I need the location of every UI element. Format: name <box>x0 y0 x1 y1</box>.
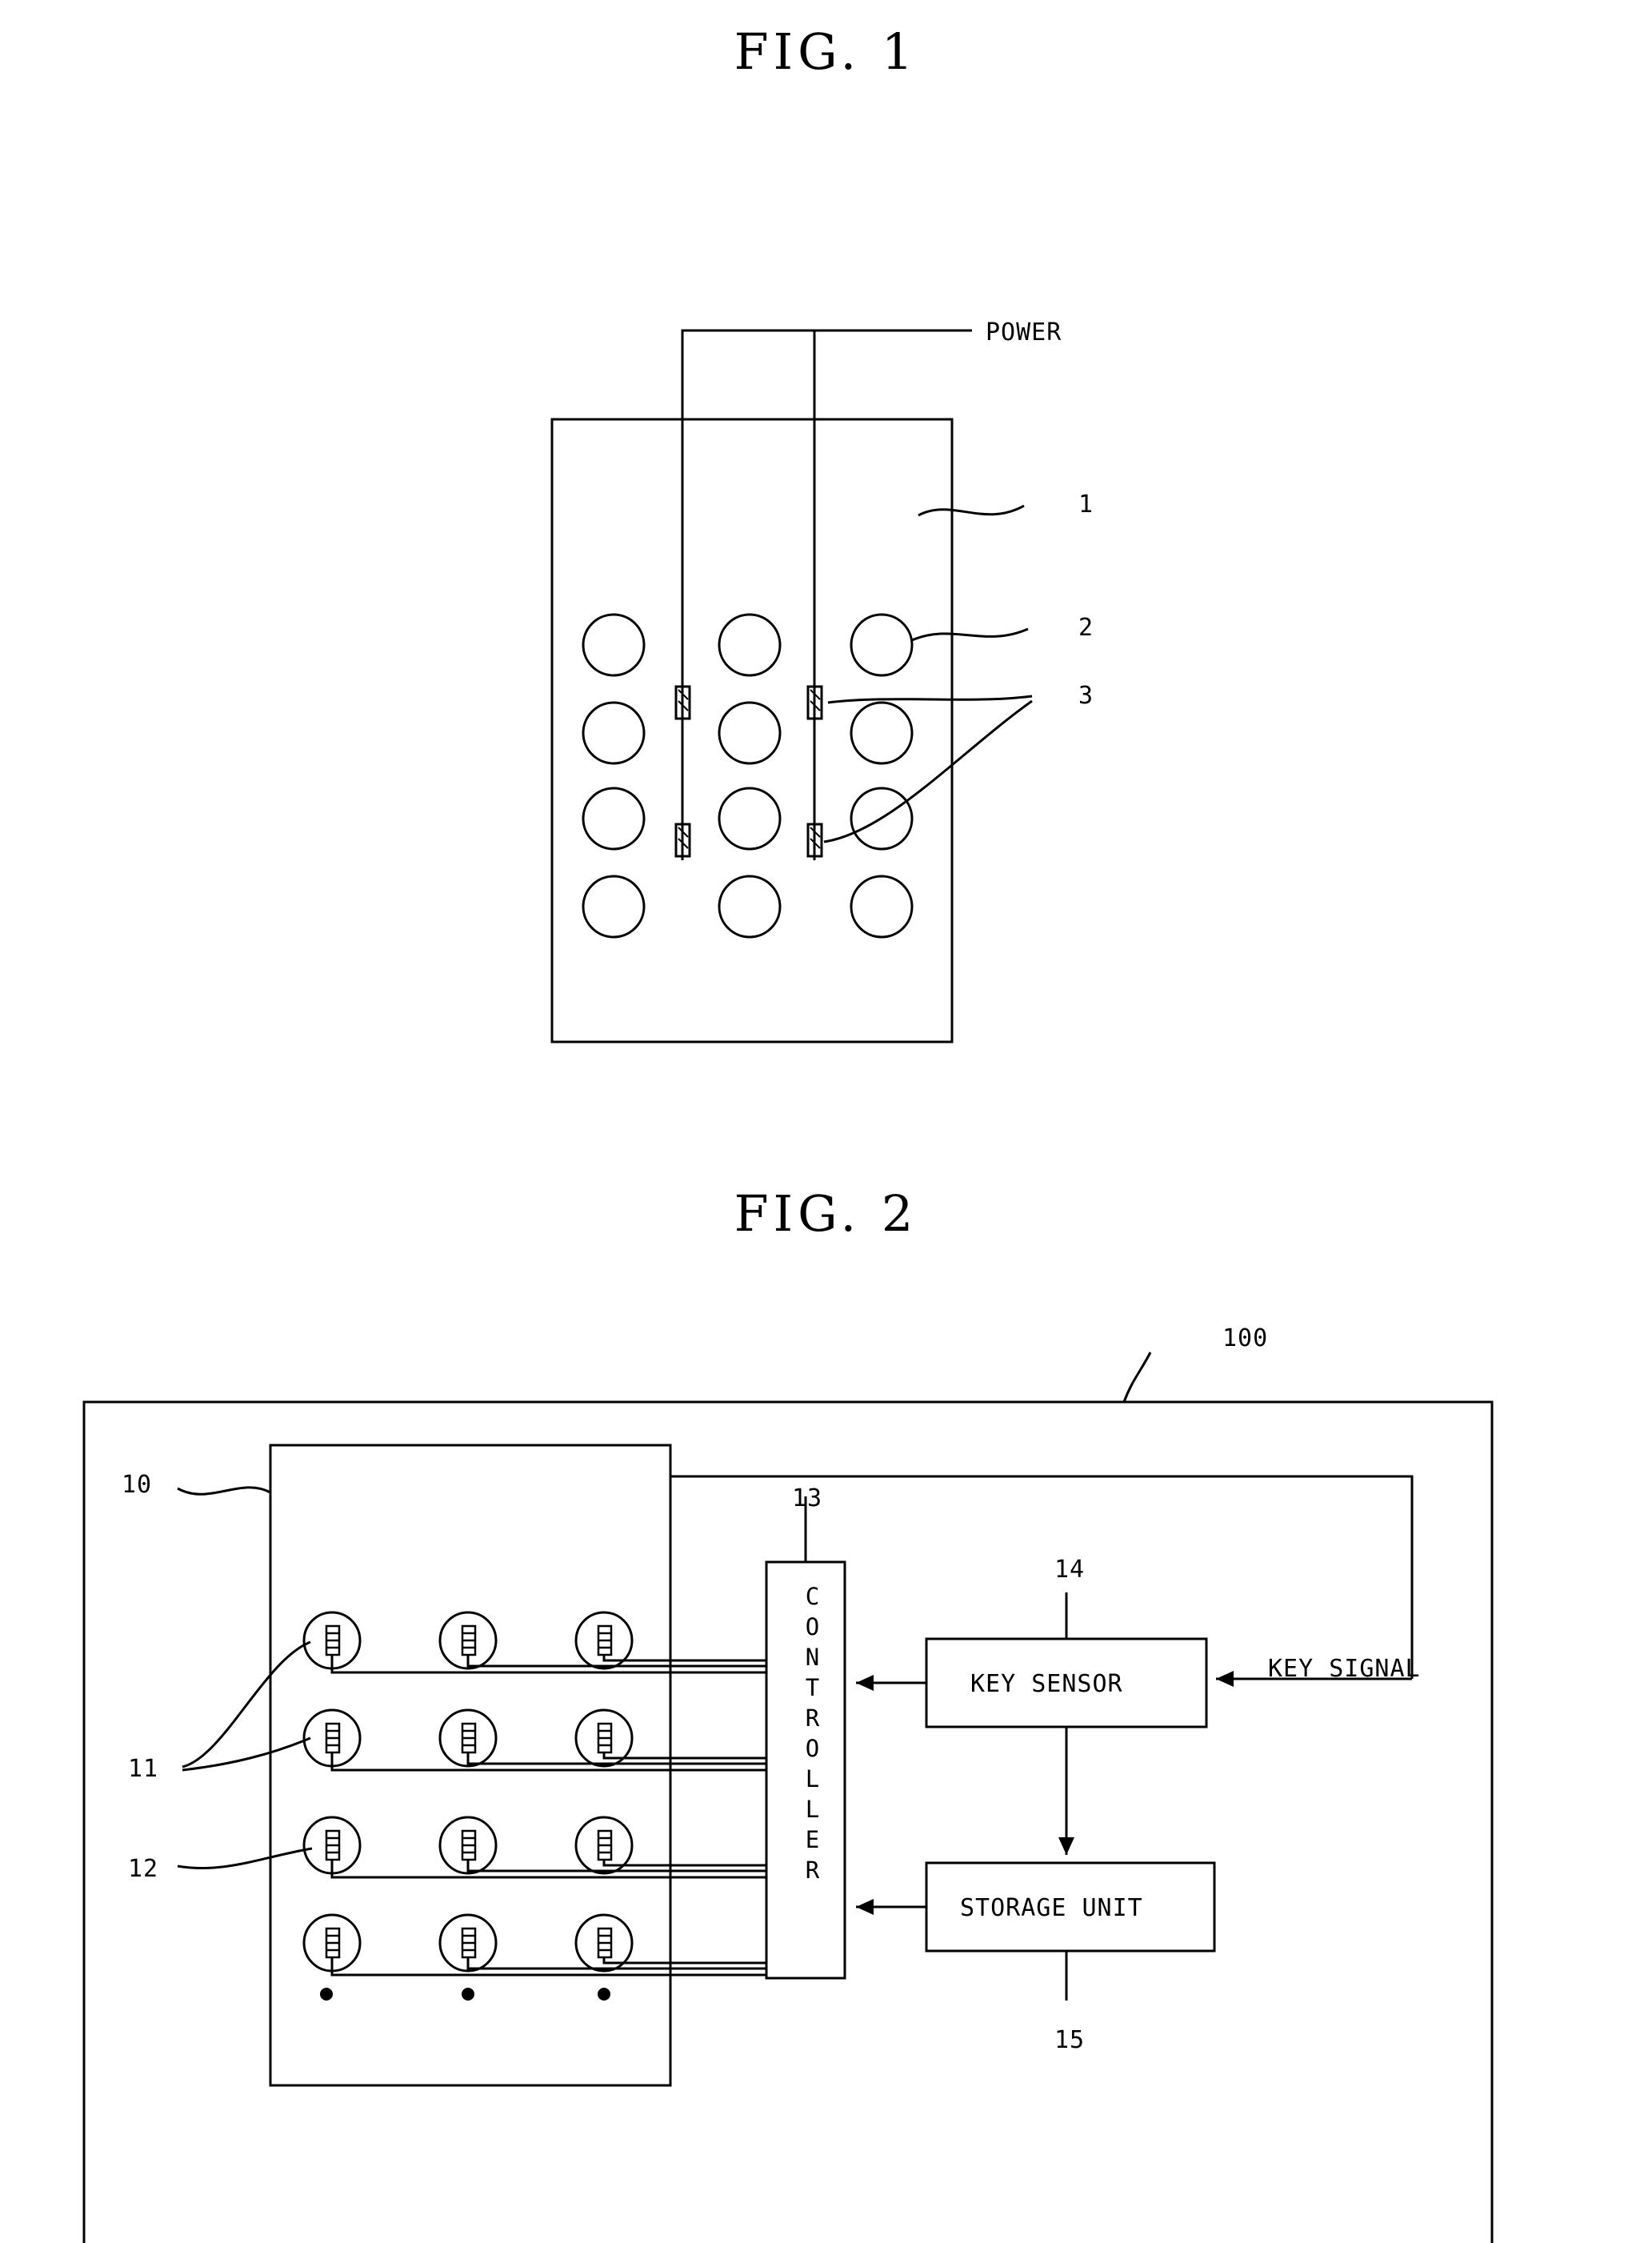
arrowhead <box>856 1675 874 1691</box>
lamp <box>582 613 646 677</box>
leader-ref-12 <box>177 1847 313 1869</box>
figure-2-title: FIG. 2 <box>734 1184 918 1243</box>
ref-label-13: 13 <box>792 1484 823 1512</box>
ellipsis-dot <box>320 1988 333 2001</box>
ellipsis-dot <box>462 1988 474 2001</box>
leader-ref-11-a <box>182 1640 311 1768</box>
figure-1-drawing <box>550 329 1033 1043</box>
panel-outline <box>550 418 954 1043</box>
arrowhead <box>1058 1837 1074 1855</box>
leader-ref-3-b <box>823 699 1033 843</box>
lamp <box>850 613 914 677</box>
matrix-wire <box>330 1655 766 1674</box>
matrix-wire <box>330 1752 766 1772</box>
lamp <box>718 787 782 851</box>
leader-ref-2 <box>911 627 1029 642</box>
ref-label-100: 100 <box>1222 1324 1269 1352</box>
ref-label-10: 10 <box>122 1471 153 1499</box>
lamp <box>718 875 782 939</box>
ref-label-1: 1 <box>1078 491 1094 519</box>
figure-2-drawing <box>82 1352 1494 2243</box>
ref-label-3: 3 <box>1078 682 1094 710</box>
lamp <box>718 701 782 765</box>
ref-label-14: 14 <box>1054 1556 1086 1584</box>
key-signal-label: KEY SIGNAL <box>1268 1655 1421 1683</box>
leader-ref-11-b <box>182 1736 311 1772</box>
lamp <box>582 875 646 939</box>
lamp <box>718 613 782 677</box>
power-line-left <box>681 329 972 419</box>
arrowhead <box>1216 1671 1234 1687</box>
leader-ref-3-a <box>827 695 1033 704</box>
lamp <box>850 701 914 765</box>
leader-ref-10 <box>177 1486 271 1496</box>
system-outline-100 <box>82 1400 1494 2243</box>
storage-unit-label: STORAGE UNIT <box>960 1894 1143 1922</box>
matrix-wire <box>330 1957 766 1977</box>
lamp <box>582 787 646 851</box>
key-sensor-label: KEY SENSOR <box>970 1670 1123 1698</box>
lamp <box>850 875 914 939</box>
matrix-wire <box>330 1860 766 1879</box>
ref-label-12: 12 <box>128 1855 159 1883</box>
feedback-wire-top <box>670 1475 1414 1679</box>
power-label: POWER <box>986 318 1062 346</box>
ref-label-11: 11 <box>128 1755 159 1783</box>
ellipsis-dot <box>598 1988 610 2001</box>
leader-ref-1 <box>918 504 1025 517</box>
ref-label-15: 15 <box>1054 2026 1086 2054</box>
ref-label-2: 2 <box>1078 614 1094 642</box>
leader-ref-100 <box>1122 1352 1152 1403</box>
arrowhead <box>856 1899 874 1915</box>
controller-label: CONTROLLER <box>798 1583 826 1887</box>
lamp <box>582 701 646 765</box>
